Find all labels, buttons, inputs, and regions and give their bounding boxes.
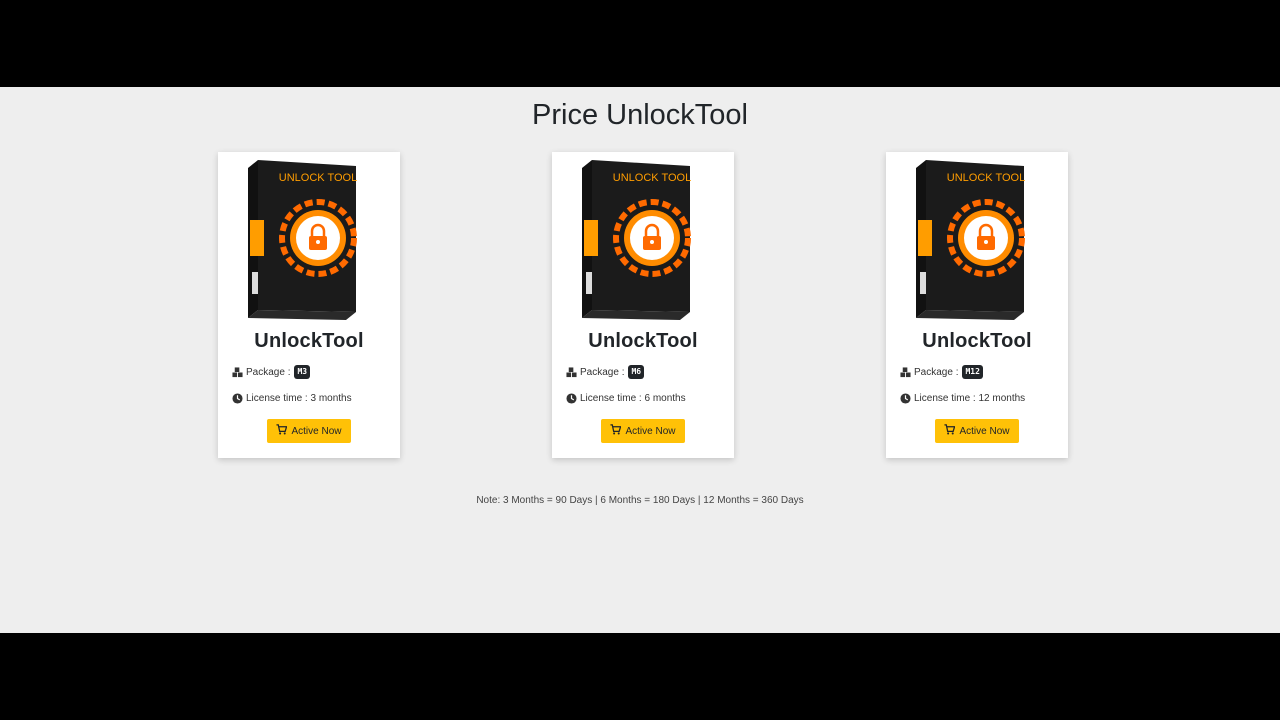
license-row: License time : 3 months (232, 393, 352, 404)
product-name: UnlockTool (588, 330, 698, 352)
clock-icon (232, 393, 243, 404)
product-box-image: UNLOCK TOOL (582, 160, 691, 320)
days-note: Note: 3 Months = 90 Days | 6 Months = 18… (476, 495, 804, 506)
cart-icon (276, 424, 288, 438)
page-title: Price UnlockTool (532, 99, 748, 131)
cubes-icon (566, 366, 577, 378)
package-label: Package : (914, 366, 959, 378)
product-name: UnlockTool (254, 330, 364, 352)
active-now-label: Active Now (291, 425, 342, 437)
package-label: Package : (580, 366, 625, 378)
package-badge: M3 (294, 365, 311, 379)
cart-icon (944, 424, 956, 438)
cubes-icon (900, 366, 911, 378)
video-letterbox-top (0, 0, 1280, 87)
license-text: License time : 3 months (246, 393, 352, 404)
box-label: UNLOCK TOOL (613, 172, 691, 184)
package-label: Package : (246, 366, 291, 378)
product-card-m6: UNLOCK TOOL UnlockTool Package : M6 Lice… (552, 152, 734, 458)
license-row: License time : 6 months (566, 393, 686, 404)
product-name: UnlockTool (922, 330, 1032, 352)
license-row: License time : 12 months (900, 393, 1025, 404)
active-now-button[interactable]: Active Now (267, 419, 351, 443)
package-row: Package : M12 (900, 365, 983, 379)
package-row: Package : M6 (566, 365, 645, 379)
product-box-image: UNLOCK TOOL (248, 160, 357, 320)
license-text: License time : 6 months (580, 393, 686, 404)
product-box-image: UNLOCK TOOL (916, 160, 1025, 320)
package-row: Package : M3 (232, 365, 311, 379)
active-now-label: Active Now (959, 425, 1010, 437)
pricing-page: Price UnlockTool UNLOCK TOOL UnlockTool … (0, 87, 1280, 633)
cart-icon (610, 424, 622, 438)
product-card-m12: UNLOCK TOOL UnlockTool Package : M12 Lic… (886, 152, 1068, 458)
clock-icon (900, 393, 911, 404)
video-letterbox-bottom (0, 633, 1280, 720)
clock-icon (566, 393, 577, 404)
package-badge: M6 (628, 365, 645, 379)
package-badge: M12 (962, 365, 983, 379)
license-text: License time : 12 months (914, 393, 1026, 404)
cubes-icon (232, 366, 243, 378)
active-now-button[interactable]: Active Now (935, 419, 1019, 443)
product-card-m3: UNLOCK TOOL UnlockTool Package : M3 Lice… (218, 152, 400, 458)
active-now-button[interactable]: Active Now (601, 419, 685, 443)
active-now-label: Active Now (625, 425, 676, 437)
box-label: UNLOCK TOOL (947, 172, 1025, 184)
box-label: UNLOCK TOOL (279, 172, 357, 184)
